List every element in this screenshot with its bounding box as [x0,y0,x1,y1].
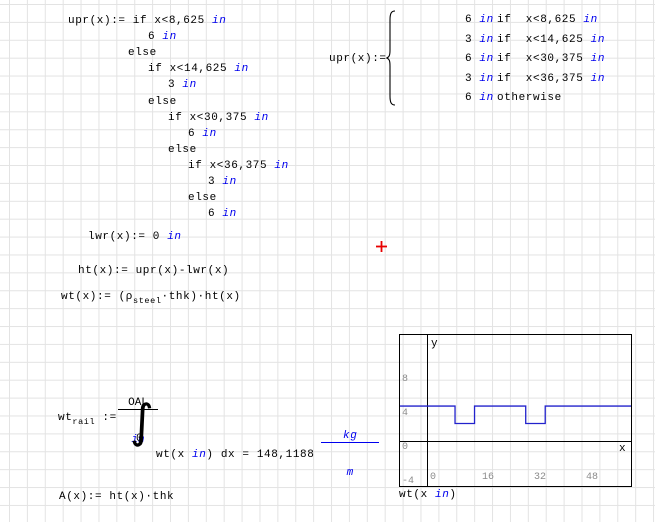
piecewise-lhs: upr(x):= [329,53,387,65]
y-tick-label: -4 [402,476,414,487]
integral-region[interactable]: wtrail := OAL in ∫ 0 wt(x in) dx = 148,1… [56,372,356,450]
wt-trace [400,406,631,423]
plot-caption: wt(x in) [399,489,457,501]
program-line: if x<14,625 in [148,63,249,77]
piecewise-row: 3 inif x<36,375 in [465,73,605,85]
program-line: 6 in [208,208,237,222]
piecewise-row: 6 inif x<8,625 in [465,14,598,26]
result-units: kg m [321,406,379,503]
piecewise-block[interactable]: upr(x):= 6 inif x<8,625 in3 inif x<14,62… [329,10,569,110]
expression-ht[interactable]: ht(x):= upr(x)-lwr(x) [78,265,229,277]
piecewise-rows: 6 inif x<8,625 in3 inif x<14,625 in6 ini… [397,10,569,110]
plot-ylabel: y [431,338,438,350]
plot-trace-svg [400,335,631,486]
program-line: if x<30,375 in [168,112,269,126]
program-line: upr(x):= if x<8,625 in [68,15,226,29]
y-tick-label: 4 [402,408,408,419]
program-line: else [128,47,157,61]
program-line: 6 in [188,128,217,142]
insertion-crosshair-icon [376,241,387,252]
integral-lhs: wtrail := [58,412,117,424]
program-line: 3 in [168,79,197,93]
x-tick-label: 16 [482,472,494,483]
program-line: else [148,96,177,110]
expression-lwr[interactable]: lwr(x):= 0 in [88,231,182,243]
program-line: else [188,192,217,206]
piecewise-row: 6 inotherwise [465,92,562,104]
piecewise-row: 3 inif x<14,625 in [465,34,605,46]
expression-wt[interactable]: wt(x):= (ρsteel·thk)·ht(x) [61,291,241,303]
piecewise-row: 6 inif x<30,375 in [465,53,605,65]
integrand: wt(x in) dx = 148,1188 [156,449,314,461]
x-tick-label: 0 [430,472,436,483]
program-line: if x<36,375 in [188,160,289,174]
program-block[interactable]: upr(x):= if x<8,625 in 6 in else if x<14,62… [68,15,308,225]
plot-x-axis-line [400,441,631,442]
y-tick-label: 8 [402,374,408,385]
plot-region[interactable]: y x 8 4 0 -4 0 16 32 48 [399,334,632,487]
program-line: 6 in [148,31,177,45]
worksheet: upr(x):= if x<8,625 in 6 in else if x<14,62… [0,0,655,522]
integral-lhs-subscript: rail [72,417,95,427]
plot-xlabel: x [619,443,626,455]
integral-lower-limit: 0 [136,433,143,445]
x-tick-label: 32 [534,472,546,483]
x-tick-label: 48 [586,472,598,483]
plot-y-axis-line [427,335,428,486]
program-line: 3 in [208,176,237,190]
program-line: else [168,144,197,158]
y-tick-label: 0 [402,442,408,453]
integral-body: wt(x in) dx = 148,1188 kg m [156,406,379,503]
